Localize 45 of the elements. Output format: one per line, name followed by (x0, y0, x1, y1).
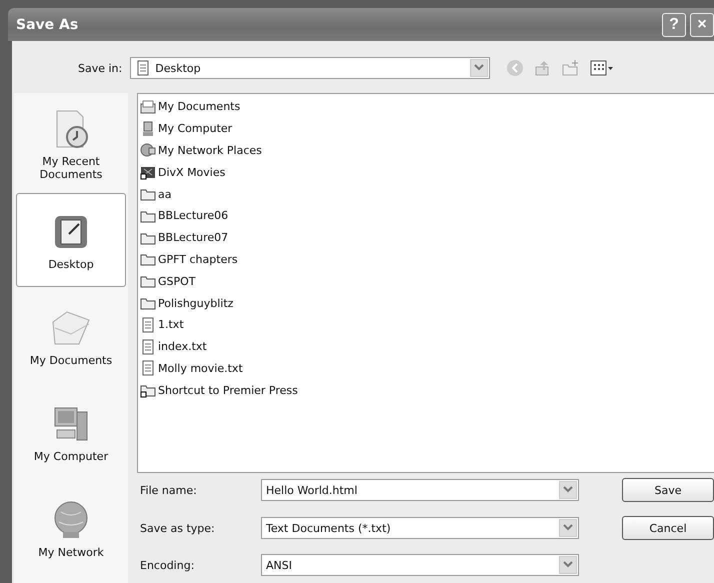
video-folder-shortcut-icon (140, 164, 156, 180)
text-file-icon (140, 316, 156, 333)
combo-field[interactable]: Hello World.html (261, 479, 579, 501)
field-label: File name: (140, 484, 197, 496)
save-in-label: Save in: (78, 62, 122, 74)
file-item[interactable]: My Computer (140, 118, 712, 140)
file-item[interactable]: BBLecture07 (140, 226, 712, 249)
new-folder-icon[interactable] (562, 59, 580, 77)
file-item[interactable]: 1.txt (140, 314, 712, 336)
text-file-icon (135, 60, 152, 76)
text-file-icon (140, 360, 156, 376)
places-item[interactable]: My Recent Documents (16, 97, 126, 191)
save-in-dropdown[interactable]: Desktop (130, 57, 490, 79)
file-item[interactable]: GSPOT (140, 270, 712, 292)
combo-field[interactable]: Text Documents (*.txt) (261, 517, 579, 539)
file-item[interactable]: Molly movie.txt (140, 358, 712, 380)
field-label: Save as type: (140, 522, 215, 534)
file-item[interactable]: DivX Movies (140, 161, 712, 184)
network-globe-icon (140, 142, 156, 158)
cancel-button[interactable]: Cancel (622, 516, 714, 540)
file-item[interactable]: Shortcut to Premier Press (140, 379, 712, 402)
window-title: Save As (16, 16, 80, 32)
close-button[interactable]: × (690, 12, 714, 36)
combo-field[interactable]: ANSI (261, 554, 579, 576)
dropdown-button[interactable] (559, 556, 577, 574)
file-item[interactable]: My Documents (140, 96, 712, 118)
places-item[interactable]: My Documents (16, 289, 126, 383)
field-label: Encoding: (140, 558, 194, 572)
dropdown-button[interactable] (470, 59, 488, 77)
dropdown-button[interactable] (559, 481, 577, 499)
help-button[interactable]: ? (662, 12, 686, 36)
computer-icon (140, 120, 156, 137)
places-item[interactable]: My Computer (16, 385, 126, 479)
file-item[interactable]: My Network Places (140, 140, 712, 162)
file-item[interactable]: BBLecture06 (140, 204, 712, 227)
places-item[interactable]: My Network (16, 481, 126, 575)
file-item[interactable]: GPFT chapters (140, 248, 712, 270)
places-item[interactable]: Desktop (16, 193, 126, 287)
dropdown-button[interactable] (559, 519, 577, 537)
text-file-icon (140, 338, 156, 355)
view-menu-icon[interactable] (590, 60, 614, 76)
file-item[interactable]: index.txt (140, 336, 712, 358)
save-button[interactable]: Save (622, 478, 714, 502)
file-item[interactable]: aa (140, 183, 712, 205)
file-item[interactable]: Polishguyblitz (140, 292, 712, 314)
